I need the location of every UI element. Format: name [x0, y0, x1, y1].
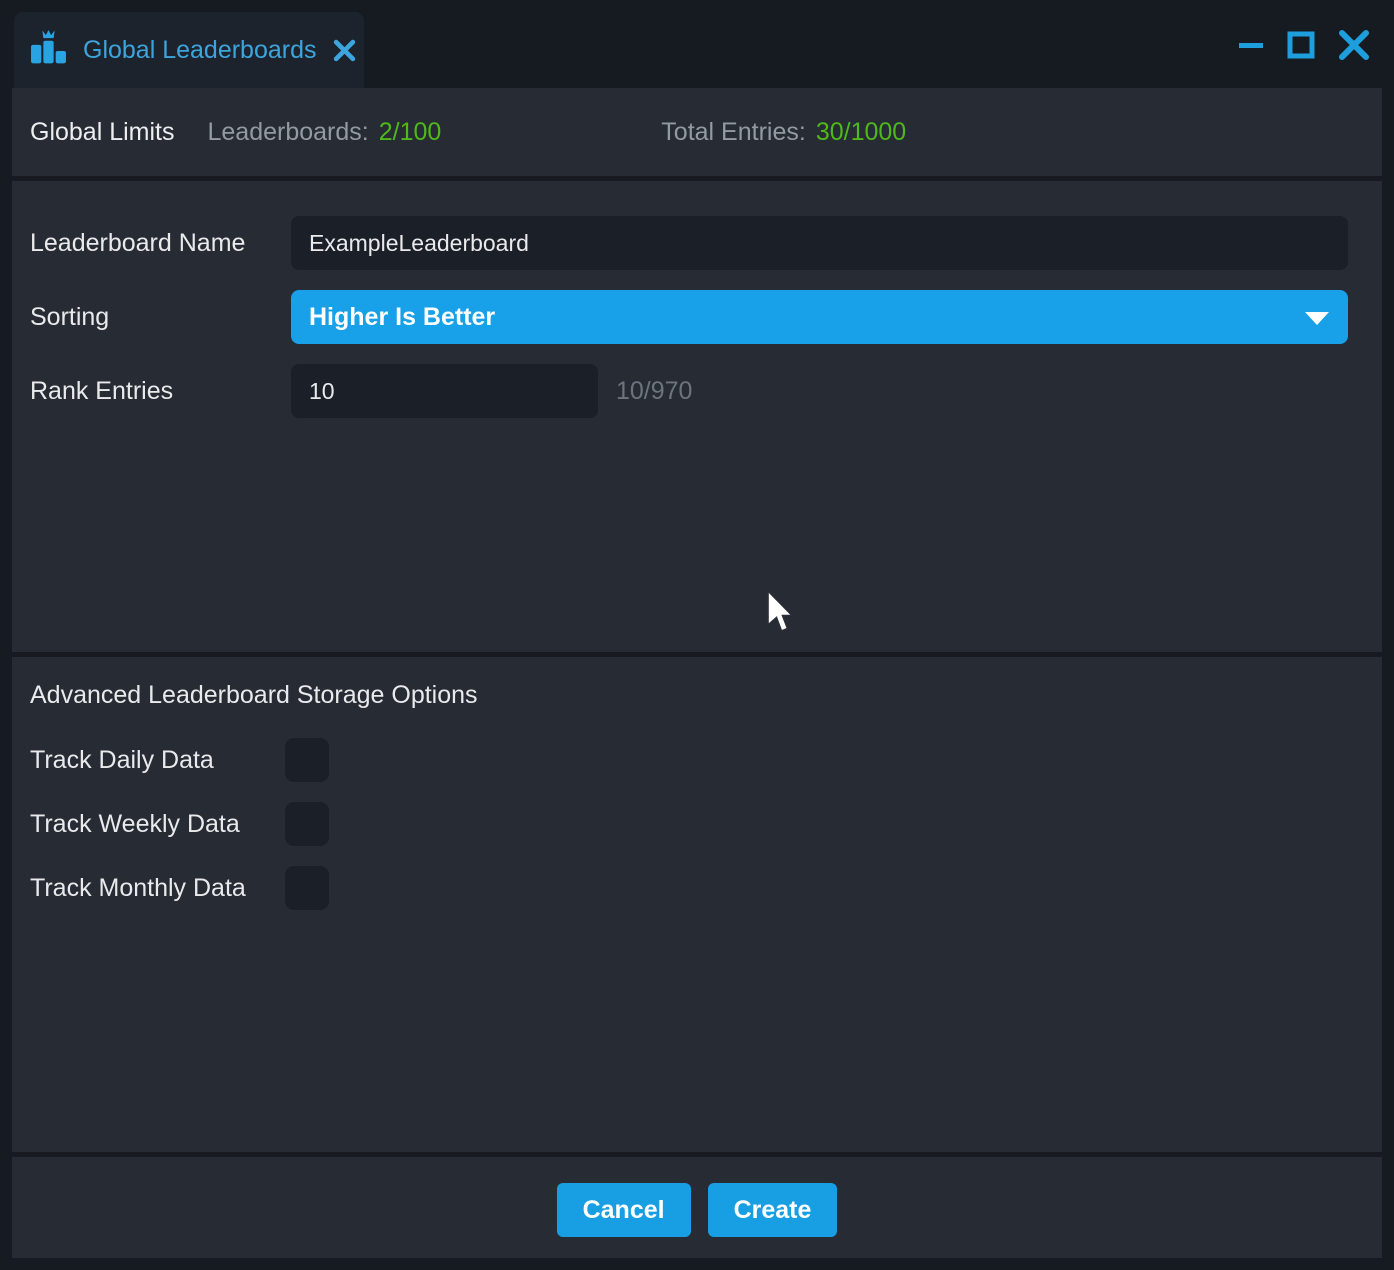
leaderboards-limit-value: 2/100	[379, 118, 442, 147]
tab-global-leaderboards[interactable]: Global Leaderboards	[14, 12, 364, 88]
leaderboard-name-input[interactable]	[291, 216, 1348, 270]
leaderboard-form: Leaderboard Name Sorting Higher Is Bette…	[12, 181, 1382, 418]
tab-title: Global Leaderboards	[83, 36, 317, 65]
total-entries-value: 30/1000	[816, 118, 906, 147]
leaderboard-name-label: Leaderboard Name	[30, 229, 291, 258]
footer-divider	[12, 1152, 1382, 1157]
advanced-storage-title: Advanced Leaderboard Storage Options	[30, 681, 1364, 709]
track-daily-label: Track Daily Data	[30, 746, 285, 775]
create-button[interactable]: Create	[708, 1183, 838, 1237]
sorting-row: Sorting Higher Is Better	[30, 290, 1348, 344]
global-limits-title: Global Limits	[30, 118, 175, 147]
close-icon[interactable]	[1338, 29, 1370, 61]
name-row: Leaderboard Name	[30, 216, 1348, 270]
global-limits-bar: Global Limits Leaderboards: 2/100 Total …	[12, 88, 1382, 181]
rank-entries-usage-hint: 10/970	[616, 377, 692, 406]
footer-actions: Cancel Create	[12, 1183, 1382, 1237]
window-controls	[1238, 27, 1370, 63]
minimize-icon[interactable]	[1238, 28, 1264, 62]
track-monthly-label: Track Monthly Data	[30, 874, 285, 903]
leaderboards-limit-label: Leaderboards:	[208, 118, 369, 147]
advanced-storage-section: Advanced Leaderboard Storage Options Tra…	[12, 657, 1382, 910]
total-entries-label: Total Entries:	[661, 118, 806, 147]
dialog-panel: Global Limits Leaderboards: 2/100 Total …	[12, 88, 1382, 1258]
track-daily-row: Track Daily Data	[30, 738, 1364, 782]
rank-entries-row: Rank Entries 10/970	[30, 364, 1348, 418]
track-monthly-checkbox[interactable]	[285, 866, 329, 910]
rank-entries-label: Rank Entries	[30, 377, 291, 406]
tab-close-icon[interactable]	[333, 39, 356, 62]
track-daily-checkbox[interactable]	[285, 738, 329, 782]
sorting-selected-value: Higher Is Better	[309, 303, 495, 332]
chevron-down-icon	[1305, 312, 1329, 325]
sorting-dropdown[interactable]: Higher Is Better	[291, 290, 1348, 344]
track-monthly-row: Track Monthly Data	[30, 866, 1364, 910]
tab-bar: Global Leaderboards	[0, 0, 1394, 88]
cancel-button[interactable]: Cancel	[557, 1183, 691, 1237]
track-weekly-label: Track Weekly Data	[30, 810, 285, 839]
sorting-label: Sorting	[30, 303, 291, 332]
rank-entries-input[interactable]	[291, 364, 598, 418]
maximize-icon[interactable]	[1286, 30, 1316, 60]
track-weekly-row: Track Weekly Data	[30, 802, 1364, 846]
track-weekly-checkbox[interactable]	[285, 802, 329, 846]
leaderboard-podium-icon	[30, 29, 67, 71]
